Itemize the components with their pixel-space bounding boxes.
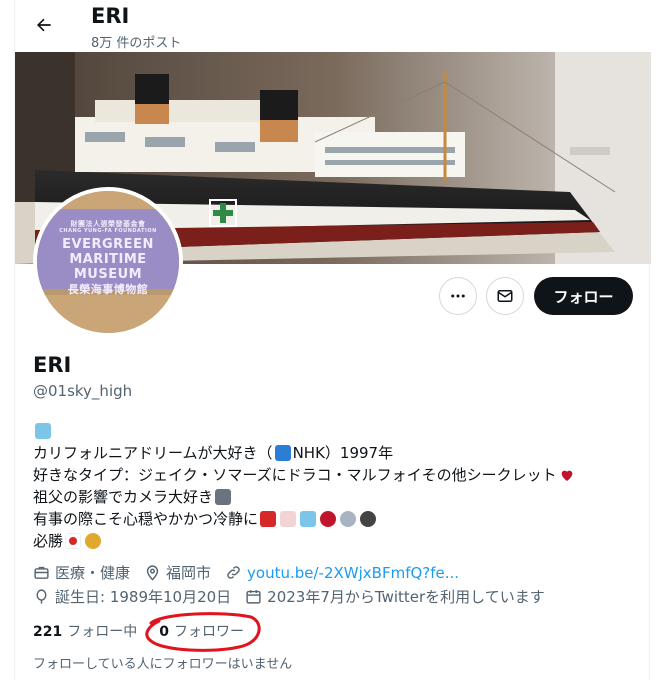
wind-chime-emoji-icon [280,511,297,527]
more-button[interactable] [439,277,477,315]
profile-page: ERI 8万 件のポスト 財團法人張榮發基金會 CHANG YUNG-FA FO… [0,0,672,680]
profile-link[interactable]: youtu.be/-2XWjxBFmfQ?fe... [247,564,459,582]
arrow-left-icon [36,18,51,32]
category: 医療・健康 [55,564,131,582]
envelope-icon [497,290,513,302]
bio-line-1: カリフォルニアドリームが大好き（ NHK）1997年 [33,442,633,464]
avatar-line-3: EVERGREEN [62,237,154,252]
following-link[interactable]: 221 フォロー中 [33,621,137,641]
bio-line-2-text: 好きなタイプ：ジェイク・ソマーズにドラコ・マルフォイその他シークレット [33,466,557,484]
location: 福岡市 [166,564,212,582]
red-hand-drawn-circle [145,612,261,652]
calendar-icon [245,588,262,605]
profile-header: ERI 8万 件のポスト [15,0,651,52]
avatar-logo-text: 財團法人張榮發基金會 CHANG YUNG-FA FOUNDATION EVER… [37,191,179,333]
birthday: 誕生日: 1989年10月20日 [55,588,232,606]
avatar-line-4: MARITIME [69,252,147,267]
bio-line-5: 必勝 [33,530,633,552]
heart-emoji-icon [561,470,572,481]
ufo-emoji-icon [340,511,357,527]
profile-meta-row-1: 医療・健康 福岡市 youtu.be/-2XWjxBFmfQ?fe... [33,562,459,583]
bio-line-3-text: 祖父の影響でカメラ大好き [33,488,214,506]
bio-line-5-text: 必勝 [33,532,64,550]
more-icon [451,294,465,298]
followers-you-know-note: フォローしている人にフォロワーはいません [33,657,293,672]
tv-emoji-icon [274,445,291,461]
bio-line-4-text: 有事の際こそ心穏やかかつ冷静に [33,510,259,528]
bio: カリフォルニアドリームが大好き（ NHK）1997年 好きなタイプ：ジェイク・ソ… [33,420,633,552]
avatar-line-6: 長榮海事博物館 [67,283,149,296]
camera-emoji-icon [215,489,232,505]
world-map-emoji-icon [35,423,51,439]
profile-column: ERI 8万 件のポスト 財團法人張榮發基金會 CHANG YUNG-FA FO… [14,0,651,680]
rose-emoji-icon [320,511,337,527]
following-count: 221 [33,624,63,640]
bio-line-1-text: カリフォルニアドリームが大好き（ [33,444,273,462]
avatar-line-5: MUSEUM [73,267,143,282]
bio-emoji-line [33,420,633,442]
message-button[interactable] [486,277,524,315]
profile-meta-row-2: 誕生日: 1989年10月20日 2023年7月からTwitterを利用していま… [33,586,545,607]
back-button[interactable] [29,10,59,40]
bio-line-2: 好きなタイプ：ジェイク・ソマーズにドラコ・マルフォイその他シークレット [33,464,633,486]
following-label: フォロー中 [67,624,138,640]
bio-line-3: 祖父の影響でカメラ大好き [33,486,633,508]
user-handle: @01sky_high [33,382,133,400]
header-title: ERI [91,4,130,28]
joined-date: 2023年7月からTwitterを利用しています [267,588,545,606]
world-map-emoji-icon [300,511,317,527]
avatar[interactable]: 財團法人張榮發基金會 CHANG YUNG-FA FOUNDATION EVER… [33,187,183,337]
location-icon [144,564,161,581]
medal-emoji-icon [85,533,102,549]
post-count: 8万 件のポスト [91,36,182,51]
flag-taiwan-emoji-icon [260,511,277,527]
balloon-icon [33,588,50,605]
bio-line-1b-text: NHK）1997年 [292,444,394,462]
moon-emoji-icon [360,511,377,527]
link-icon [225,564,242,581]
avatar-line-2: CHANG YUNG-FA FOUNDATION [59,228,157,234]
briefcase-icon [33,564,50,581]
follow-button[interactable]: フォロー [534,277,633,315]
display-name: ERI [33,353,72,377]
bio-line-4: 有事の際こそ心穏やかかつ冷静に [33,508,633,530]
flag-japan-emoji-icon [65,533,82,549]
